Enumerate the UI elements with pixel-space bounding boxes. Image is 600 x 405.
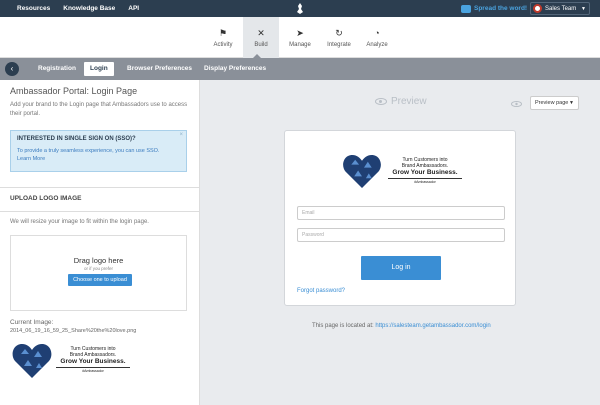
megaphone-icon: [461, 4, 471, 13]
sub-nav: ‹ Registration Login Browser Preferences…: [0, 58, 600, 80]
top-link-knowledge-base[interactable]: Knowledge Base: [63, 5, 115, 12]
divider: [0, 211, 199, 212]
logo-dropzone[interactable]: Drag logo here or if you prefer Choose o…: [10, 235, 187, 311]
drop-sublabel: or if you prefer: [83, 266, 113, 271]
nav-integrate[interactable]: ↻ Integrate: [321, 17, 357, 58]
eye-icon: [375, 98, 387, 105]
logo-tag: #Ambassador: [82, 369, 104, 373]
page-location: This page is located at: https://saleste…: [312, 323, 491, 329]
spread-the-word-link[interactable]: Spread the word!: [461, 3, 527, 14]
close-icon[interactable]: ×: [179, 132, 183, 138]
password-field[interactable]: Password: [297, 228, 505, 242]
page-title: Ambassador Portal: Login Page: [10, 86, 138, 96]
sync-icon: ↻: [335, 27, 343, 38]
drop-label: Drag logo here: [73, 256, 124, 265]
page-description: Add your brand to the Login page that Am…: [10, 102, 188, 117]
nav-build[interactable]: ✕ Build: [243, 17, 279, 58]
left-panel: Ambassador Portal: Login Page Add your b…: [0, 80, 200, 405]
chevron-left-icon: ‹: [10, 64, 14, 73]
login-preview-card: Turn Customers into Brand Ambassadors. G…: [284, 130, 516, 306]
logo-headline: Grow Your Business.: [60, 358, 126, 365]
current-image-label: Current Image:: [10, 319, 54, 326]
tools-icon: ✕: [257, 27, 265, 38]
main-nav: ⚑ Activity ✕ Build ➤ Manage ↻ Integrate …: [0, 17, 600, 58]
user-menu[interactable]: Sales Team ▼: [530, 2, 590, 15]
top-link-api[interactable]: API: [128, 5, 139, 12]
nav-manage[interactable]: ➤ Manage: [282, 17, 318, 58]
top-bar: Resources Knowledge Base API Spread the …: [0, 0, 600, 17]
email-field[interactable]: Email: [297, 206, 505, 220]
back-button[interactable]: ‹: [5, 62, 19, 76]
logo-tag: #Ambassador: [414, 180, 436, 184]
top-link-resources[interactable]: Resources: [17, 5, 50, 12]
page-url-link[interactable]: https://salesteam.getambassador.com/logi…: [375, 323, 490, 329]
heart-logo-icon: [343, 154, 381, 189]
top-nav: Resources Knowledge Base API: [17, 0, 139, 17]
eye-icon[interactable]: [511, 101, 522, 107]
chevron-down-icon: ▼: [581, 5, 586, 12]
sso-title: INTERESTED IN SINGLE SIGN ON (SSO)?: [17, 136, 136, 142]
tab-registration[interactable]: Registration: [32, 62, 82, 76]
tab-display-preferences[interactable]: Display Preferences: [198, 62, 272, 76]
flag-icon: ⚑: [218, 27, 228, 38]
choose-upload-button[interactable]: Choose one to upload: [68, 274, 132, 286]
chevron-down-icon: ▼: [569, 100, 574, 106]
forgot-password-link[interactable]: Forgot password?: [297, 288, 345, 294]
heart-logo-icon: [12, 344, 52, 378]
nav-analyze[interactable]: ◔ Analyze: [359, 17, 395, 58]
nav-activity[interactable]: ⚑ Activity: [205, 17, 241, 58]
avatar: [533, 4, 542, 13]
sso-notice: INTERESTED IN SINGLE SIGN ON (SSO)? To p…: [10, 130, 187, 172]
nav-label: Integrate: [327, 41, 351, 48]
preview-page-label: Preview page: [535, 100, 569, 106]
nav-label: Build: [254, 41, 268, 48]
preview-page-dropdown[interactable]: Preview page ▼: [530, 96, 579, 110]
preview-heading: Preview: [375, 96, 427, 107]
user-name: Sales Team: [545, 5, 577, 12]
logo-rule: [56, 367, 130, 368]
paper-plane-icon: ➤: [296, 27, 304, 38]
login-button[interactable]: Log in: [361, 256, 441, 280]
upload-description: We will resize your image to fit within …: [10, 219, 149, 225]
tab-login[interactable]: Login: [84, 62, 114, 76]
nav-label: Activity: [213, 41, 233, 48]
spread-label: Spread the word!: [474, 5, 528, 12]
learn-more-link[interactable]: Learn More: [17, 156, 45, 162]
tab-browser-preferences[interactable]: Browser Preferences: [121, 62, 198, 76]
logo-headline: Grow Your Business.: [392, 169, 458, 176]
preview-label: Preview: [391, 96, 427, 107]
logo-text: Turn Customers into Brand Ambassadors. G…: [388, 157, 462, 184]
ambassador-logo-icon[interactable]: [295, 3, 305, 14]
login-logo-image: Turn Customers into Brand Ambassadors. G…: [342, 153, 462, 191]
upload-heading: UPLOAD LOGO IMAGE: [10, 195, 82, 202]
divider: [0, 187, 199, 188]
page-location-prefix: This page is located at:: [312, 323, 374, 329]
sso-text: To provide a truly seamless experience, …: [17, 147, 180, 163]
nav-label: Analyze: [366, 41, 388, 48]
logo-text: Turn Customers into Brand Ambassadors. G…: [56, 346, 130, 373]
pie-chart-icon: ◔: [374, 27, 380, 38]
logo-rule: [388, 178, 462, 179]
nav-label: Manage: [289, 41, 311, 48]
current-logo-image: Turn Customers into Brand Ambassadors. G…: [12, 342, 142, 382]
current-image-filename: 2014_06_19_16_59_25_Share%20the%20love.p…: [10, 328, 137, 334]
sso-text-body: To provide a truly seamless experience, …: [17, 148, 160, 154]
